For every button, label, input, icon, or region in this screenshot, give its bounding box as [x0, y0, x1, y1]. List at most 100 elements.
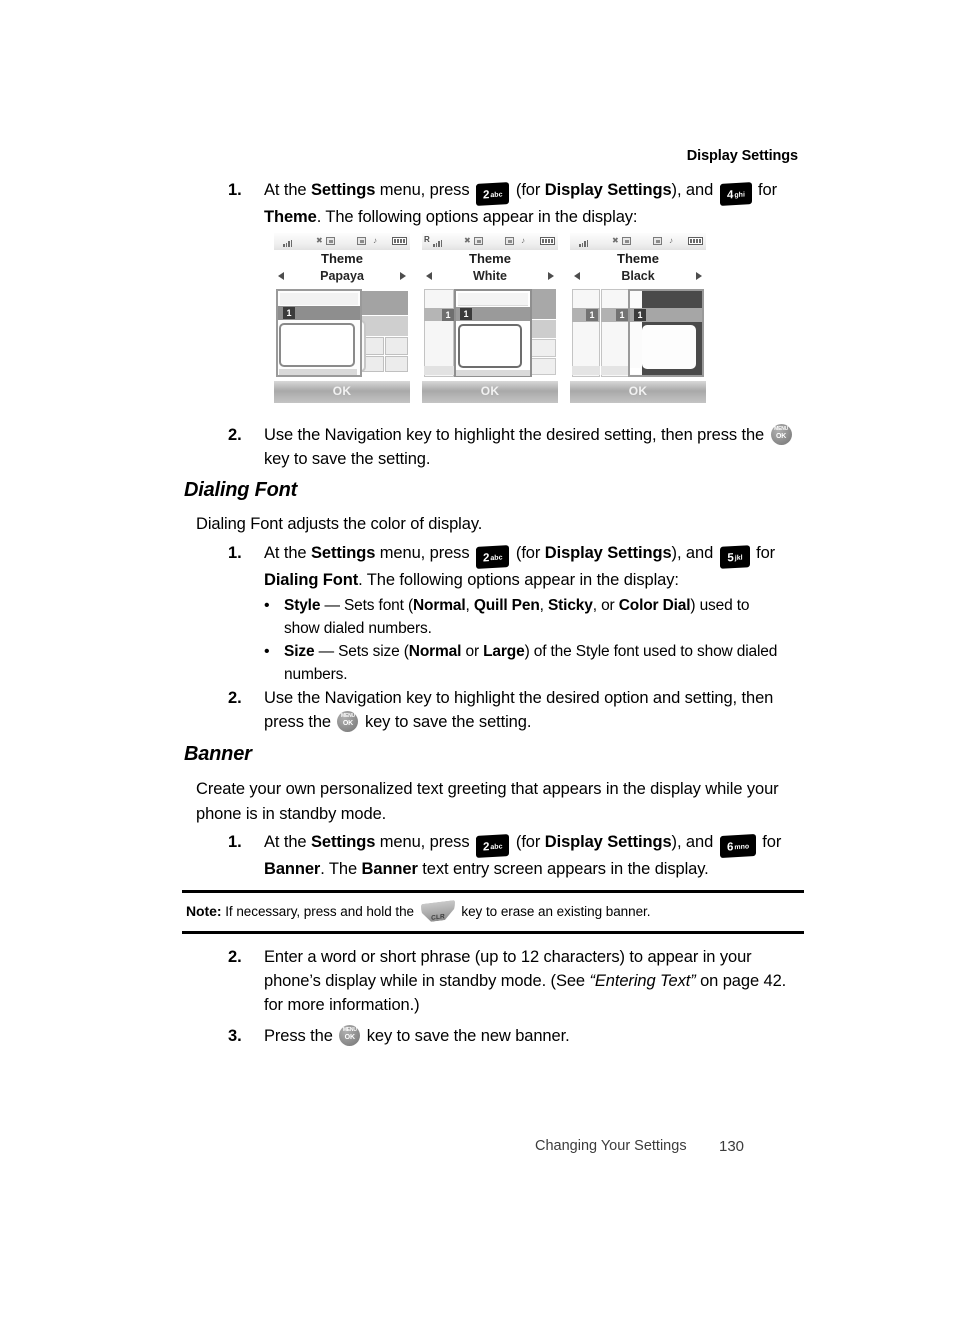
emphasis-bold: Banner	[264, 859, 321, 878]
key-digit: 5	[727, 552, 734, 565]
screen-title: Theme	[321, 251, 363, 266]
key-letters: jkl	[734, 554, 743, 563]
theme-preview: 1 1	[422, 288, 558, 381]
softkey-bar[interactable]: OK	[570, 381, 706, 403]
preview-badge: 1	[283, 307, 295, 319]
note-rule-bottom	[182, 931, 804, 934]
note-label: Note:	[186, 903, 222, 919]
bullet-marker: •	[264, 597, 270, 614]
banner-step-3: 3. Press the MENU OK key to save the new …	[228, 1024, 798, 1048]
key-letters: abc	[490, 191, 503, 200]
step-text: At the Settings menu, press 2abc (for Di…	[264, 181, 777, 226]
menu-ok-key-icon: MENU OK	[337, 711, 359, 732]
step-number: 2.	[228, 948, 242, 966]
menu-ok-bottom-label: OK	[344, 1034, 355, 1041]
emphasis-bold: Normal	[408, 643, 462, 660]
key-letters: abc	[490, 554, 503, 563]
step-text: At the Settings menu, press 2abc (for Di…	[264, 833, 782, 878]
step-number: 1.	[228, 833, 242, 851]
next-arrow-icon[interactable]	[548, 272, 554, 280]
footer-page-number: 130	[719, 1138, 745, 1155]
softkey-label: OK	[628, 384, 648, 398]
menu-ok-bottom-label: OK	[775, 433, 787, 440]
message-icon	[505, 237, 514, 245]
dialing-font-step-2: 2. Use the Navigation key to highlight t…	[228, 686, 793, 734]
manual-page: Display Settings 1. At the Settings menu…	[0, 0, 954, 1319]
menu-ok-top-label: MENU	[774, 426, 789, 432]
status-bar: R ✖ ♪	[422, 233, 558, 250]
next-arrow-icon[interactable]	[696, 272, 702, 280]
phone-screenshot-white: R ✖ ♪ Theme White 1 1 OK	[422, 233, 558, 413]
footer-text: Changing Your Settings	[535, 1138, 687, 1154]
step-number: 1.	[228, 181, 242, 199]
emphasis-bold: Display Settings	[544, 544, 672, 562]
note-box: Note: If necessary, press and hold the C…	[182, 890, 804, 934]
emphasis-bold: Theme	[264, 207, 317, 226]
emphasis-bold: Settings	[311, 833, 376, 851]
keypad-key-2: 2abc	[475, 834, 510, 858]
keypad-key-5: 5jkl	[719, 545, 750, 569]
theme-preview: 1	[274, 288, 410, 381]
keypad-key-2: 2abc	[475, 182, 510, 206]
note-content: Note: If necessary, press and hold the C…	[182, 893, 804, 931]
emphasis-bold: Display Settings	[544, 181, 672, 199]
emphasis-bold: Large	[483, 643, 525, 660]
key-letters: ghi	[734, 191, 745, 200]
theme-value: Papaya	[320, 269, 364, 283]
emphasis-bold: Display Settings	[544, 833, 672, 851]
keypad-key-2: 2abc	[475, 545, 510, 569]
next-arrow-icon[interactable]	[400, 272, 406, 280]
section-heading-dialing-font: Dialing Font	[184, 479, 298, 501]
tx-icon	[326, 237, 335, 245]
battery-icon	[392, 237, 407, 245]
status-bar: ✖ ♪	[274, 233, 410, 250]
preview-badge-back: 1	[442, 309, 454, 321]
menu-ok-top-label: MENU	[342, 1027, 357, 1033]
softkey-label: OK	[332, 384, 352, 398]
key-digit: 2	[482, 189, 490, 202]
emphasis-bold: Size	[284, 643, 315, 660]
menu-ok-key-icon: MENU OK	[339, 1025, 361, 1046]
banner-intro: Create your own personalized text greeti…	[196, 780, 779, 823]
phone-screenshot-papaya: ✖ ♪ Theme Papaya 1 OK	[274, 233, 410, 413]
key-digit: 2	[482, 841, 490, 854]
clr-key-label: CLR	[430, 913, 445, 922]
theme-selector-row: Black	[570, 268, 706, 286]
theme-selector-row: White	[422, 268, 558, 286]
softkey-bar[interactable]: OK	[422, 381, 558, 403]
emphasis-bold: Color Dial	[618, 597, 691, 614]
softkey-label: OK	[480, 384, 500, 398]
music-icon: ♪	[373, 236, 377, 245]
clr-key-icon: CLR	[421, 902, 455, 921]
softkey-bar[interactable]: OK	[274, 381, 410, 403]
battery-icon	[540, 237, 555, 245]
step-text: At the Settings menu, press 2abc (for Di…	[264, 544, 776, 589]
mute-icon: ✖	[464, 236, 471, 245]
menu-ok-key-icon: MENU OK	[770, 424, 792, 445]
running-head: Display Settings	[686, 148, 798, 164]
preview-badge: 1	[460, 308, 472, 320]
emphasis-bold: Quill Pen	[473, 597, 540, 614]
step-number: 1.	[228, 544, 242, 562]
banner-step-1: 1. At the Settings menu, press 2abc (for…	[228, 830, 793, 881]
theme-value: White	[472, 269, 508, 283]
status-bar: ✖ ♪	[570, 233, 706, 250]
emphasis-bold: Banner	[361, 859, 418, 878]
theme-step-1: 1. At the Settings menu, press 2abc (for…	[228, 178, 788, 229]
key-digit: 2	[482, 552, 490, 565]
mute-icon: ✖	[612, 236, 619, 245]
note-text: If necessary, press and hold the CLR key…	[222, 902, 650, 921]
step-text: Enter a word or short phrase (up to 12 c…	[264, 948, 787, 1014]
emphasis-bold: Dialing Font	[264, 570, 359, 589]
preview-badge-back-2: 1	[616, 309, 628, 321]
mute-icon: ✖	[316, 236, 323, 245]
emphasis-bold: Settings	[311, 181, 376, 199]
preview-badge: 1	[634, 309, 646, 321]
theme-value: Black	[621, 269, 655, 283]
emphasis-bold: Settings	[311, 544, 376, 562]
emphasis-bold: Style	[284, 597, 321, 614]
step-number: 2.	[228, 689, 242, 707]
preview-badge-back-1: 1	[586, 309, 598, 321]
emphasis-bold: Sticky	[547, 597, 593, 614]
signal-strength-icon	[433, 239, 443, 247]
